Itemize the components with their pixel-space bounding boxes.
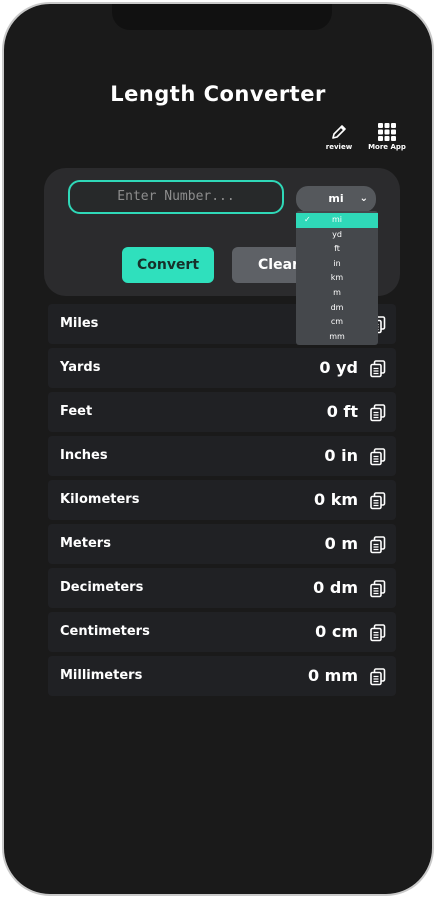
pencil-icon — [332, 125, 346, 139]
copy-icon[interactable] — [370, 492, 386, 510]
result-value: 0 mm — [307, 666, 358, 685]
copy-icon[interactable] — [370, 448, 386, 466]
copy-icon[interactable] — [370, 536, 386, 554]
unit-option[interactable]: mm — [296, 330, 378, 345]
result-row-meters: Meters 0 m — [48, 524, 396, 564]
unit-select[interactable]: mi ⌄ — [296, 186, 376, 212]
unit-option[interactable]: km — [296, 271, 378, 286]
unit-option[interactable]: cm — [296, 315, 378, 330]
review-label: review — [325, 143, 353, 151]
copy-icon[interactable] — [370, 580, 386, 598]
result-label: Inches — [60, 448, 108, 463]
result-row-feet: Feet 0 ft — [48, 392, 396, 432]
result-row-yards: Yards 0 yd — [48, 348, 396, 388]
results-list: Miles Yards 0 yd Feet 0 ft Inches 0 in K… — [48, 304, 396, 700]
result-row-millimeters: Millimeters 0 mm — [48, 656, 396, 696]
unit-option[interactable]: ✓ mi — [296, 213, 378, 228]
copy-icon[interactable] — [370, 624, 386, 642]
unit-option[interactable]: m — [296, 286, 378, 301]
unit-dropdown: ✓ mi yd ft in km m dm cm mm — [296, 211, 378, 345]
result-label: Millimeters — [60, 668, 143, 683]
copy-icon[interactable] — [370, 404, 386, 422]
result-row-inches: Inches 0 in — [48, 436, 396, 476]
result-value: 0 km — [313, 490, 358, 509]
result-row-decimeters: Decimeters 0 dm — [48, 568, 396, 608]
result-value: 0 yd — [319, 358, 358, 377]
result-value: 0 in — [324, 446, 358, 465]
result-label: Centimeters — [60, 624, 150, 639]
more-apps-button[interactable]: More App — [360, 122, 414, 151]
result-row-kilometers: Kilometers 0 km — [48, 480, 396, 520]
review-button[interactable]: review — [312, 122, 366, 151]
unit-option[interactable]: dm — [296, 301, 378, 316]
copy-icon[interactable] — [370, 668, 386, 686]
unit-option[interactable]: ft — [296, 242, 378, 257]
result-label: Feet — [60, 404, 93, 419]
chevron-down-icon: ⌄ — [359, 193, 368, 204]
more-apps-label: More App — [368, 143, 406, 151]
result-label: Kilometers — [60, 492, 140, 507]
result-value: 0 dm — [313, 578, 358, 597]
phone-notch — [112, 4, 332, 30]
unit-option[interactable]: yd — [296, 228, 378, 243]
copy-icon[interactable] — [370, 360, 386, 378]
result-label: Meters — [60, 536, 111, 551]
result-label: Yards — [60, 360, 101, 375]
check-icon: ✓ — [304, 215, 311, 224]
result-row-centimeters: Centimeters 0 cm — [48, 612, 396, 652]
unit-select-value: mi — [328, 192, 344, 205]
result-label: Miles — [60, 316, 99, 331]
number-input[interactable]: Enter Number... — [68, 180, 284, 214]
result-value: 0 m — [324, 534, 358, 553]
grid-icon — [378, 123, 396, 141]
phone-frame: Length Converter review More App Enter N… — [2, 2, 434, 896]
result-value: 0 ft — [326, 402, 358, 421]
result-label: Decimeters — [60, 580, 144, 595]
unit-option[interactable]: in — [296, 257, 378, 272]
convert-button[interactable]: Convert — [122, 247, 214, 283]
result-value: 0 cm — [315, 622, 358, 641]
page-title: Length Converter — [110, 82, 326, 106]
